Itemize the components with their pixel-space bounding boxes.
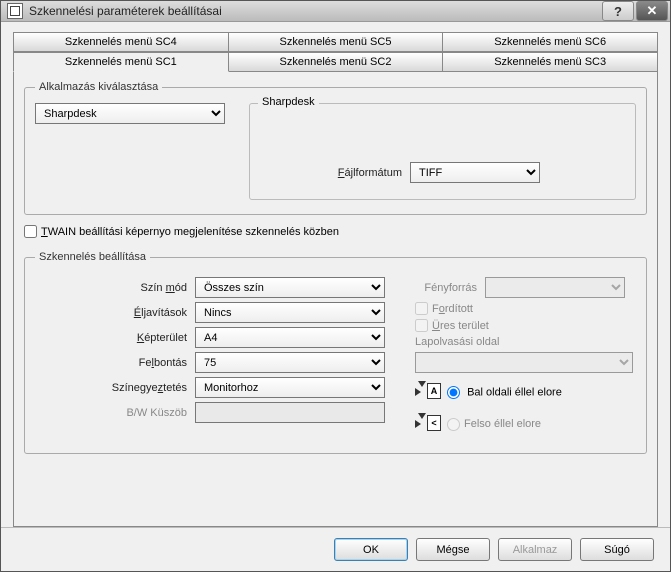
left-edge-radio[interactable] [447,386,460,399]
content-area: Szkennelés menü SC4 Szkennelés menü SC5 … [1,22,670,527]
format-box: Sharpdesk Fájlformátum TIFF [249,103,636,200]
scan-settings-legend: Szkennelés beállítása [35,251,150,263]
bw-threshold-input [195,402,385,423]
dialog-window: Szkennelési paraméterek beállításai ? ✕ … [0,0,671,572]
top-edge-label: Felso éllel elore [464,418,541,430]
color-match-label: Színegyeztetés [35,382,195,394]
edge-select[interactable]: Nincs [195,302,385,323]
edge-label: Éljavítások [35,307,195,319]
image-area-select[interactable]: A4 [195,327,385,348]
tab-sc2[interactable]: Szkennelés menü SC2 [228,52,444,72]
twain-checkbox-row[interactable]: TWAIN beállítási képernyo megjelenítése … [24,225,339,238]
help-button[interactable]: Súgó [580,538,654,561]
orientation-left-icon: A [415,381,441,403]
window-title: Szkennelési paraméterek beállításai [29,4,600,18]
empty-area-label: Üres terület [432,320,489,332]
application-select[interactable]: Sharpdesk [35,103,225,124]
resolution-label: Felbontás [35,357,195,369]
tab-sc6[interactable]: Szkennelés menü SC6 [442,32,658,52]
color-mode-select[interactable]: Összes szín [195,277,385,298]
color-match-select[interactable]: Monitorhoz [195,377,385,398]
tab-row-front: Szkennelés menü SC1 Szkennelés menü SC2 … [13,52,658,72]
image-area-label: Képterület [35,332,195,344]
light-source-select [485,277,625,298]
color-mode-label: Szín mód [35,282,195,294]
file-format-select[interactable]: TIFF [410,162,540,183]
tab-sc4[interactable]: Szkennelés menü SC4 [13,32,229,52]
inverted-checkbox [415,302,428,315]
inverted-row: Fordított [415,302,473,315]
scan-side-label: Lapolvasási oldal [415,336,499,348]
empty-area-checkbox [415,319,428,332]
left-edge-label: Bal oldali éllel elore [467,386,562,398]
cancel-button[interactable]: Mégse [416,538,490,561]
inverted-label: Fordított [432,303,473,315]
apply-button[interactable]: Alkalmaz [498,538,572,561]
titlebar: Szkennelési paraméterek beállításai ? ✕ [1,1,670,22]
bw-threshold-label: B/W Küszöb [35,407,195,419]
file-format-label: Fájlformátum [260,167,410,179]
tab-sc5[interactable]: Szkennelés menü SC5 [228,32,444,52]
tab-sc3[interactable]: Szkennelés menü SC3 [442,52,658,72]
ok-button[interactable]: OK [334,538,408,561]
top-edge-radio-row: Felso éllel elore [447,418,541,431]
twain-checkbox-label: TWAIN beállítási képernyo megjelenítése … [41,226,339,238]
scan-side-select [415,352,633,373]
format-box-label: Sharpdesk [258,96,319,108]
twain-checkbox[interactable] [24,225,37,238]
footer: OK Mégse Alkalmaz Súgó [1,527,670,571]
light-source-label: Fényforrás [415,282,485,294]
tab-sc1[interactable]: Szkennelés menü SC1 [13,52,229,72]
help-button-titlebar[interactable]: ? [602,1,634,21]
app-selection-legend: Alkalmazás kiválasztása [35,81,162,93]
left-edge-radio-row[interactable]: Bal oldali éllel elore [447,386,562,399]
orientation-top-icon: < [415,413,441,435]
resolution-select[interactable]: 75 [195,352,385,373]
tab-row-back: Szkennelés menü SC4 Szkennelés menü SC5 … [13,32,658,52]
app-icon [7,3,23,19]
top-edge-radio [447,418,460,431]
empty-area-row: Üres terület [415,319,489,332]
tab-panel-sc1: Alkalmazás kiválasztása Sharpdesk Sharpd… [13,71,658,527]
close-button[interactable]: ✕ [636,1,668,21]
scan-settings-group: Szkennelés beállítása Szín mód Összes sz… [24,251,647,454]
app-selection-group: Alkalmazás kiválasztása Sharpdesk Sharpd… [24,81,647,215]
